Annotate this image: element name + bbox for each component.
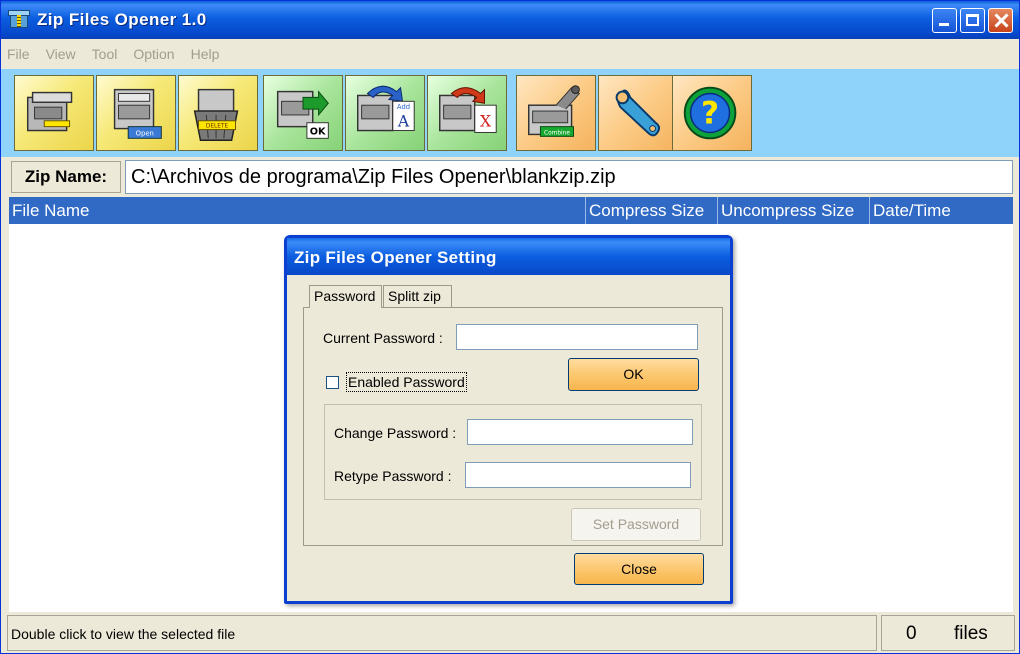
enabled-password-checkbox[interactable] (326, 376, 339, 389)
tab-splitt-zip[interactable]: Splitt zip (383, 285, 452, 307)
add-files-button[interactable]: Add A (345, 75, 425, 151)
change-password-group: Change Password : Retype Password : (324, 404, 702, 500)
combine-icon: Combine (528, 85, 581, 137)
new-zip-button[interactable] (14, 75, 94, 151)
delete-caption: DELETE (206, 124, 229, 130)
menu-view[interactable]: View (46, 46, 76, 62)
menu-bar: File View Tool Option Help (1, 39, 1019, 69)
close-window-button[interactable] (988, 8, 1013, 33)
add-caption: Add (397, 103, 410, 111)
file-count: 0 (906, 623, 917, 644)
maximize-icon (966, 14, 979, 26)
minimize-icon (939, 23, 949, 26)
menu-file[interactable]: File (7, 46, 30, 62)
open-zip-button[interactable]: Open (96, 75, 176, 151)
close-button[interactable]: Close (574, 553, 704, 585)
open-zip-icon: Open (113, 88, 162, 139)
change-password-input[interactable] (467, 419, 693, 445)
help-icon: ? (683, 86, 737, 140)
settings-dialog: Zip Files Opener Setting Password Splitt… (284, 235, 733, 604)
retype-password-input[interactable] (465, 462, 691, 488)
settings-button[interactable] (598, 75, 678, 151)
status-bar: Double click to view the selected file 0… (1, 612, 1019, 653)
help-button[interactable]: ? (672, 75, 752, 151)
file-count-unit: files (954, 623, 988, 644)
column-date-time[interactable]: Date/Time (870, 197, 1013, 224)
menu-tool[interactable]: Tool (92, 46, 118, 62)
remove-letter: X (480, 113, 491, 131)
password-tab-panel: Current Password : OK Enabled Password C… (303, 307, 723, 546)
extract-ok-icon: OK (276, 90, 329, 139)
remove-files-button[interactable]: X (427, 75, 507, 151)
zip-name-row: Zip Name: (1, 157, 1019, 197)
file-count-panel: 0 files (881, 615, 1015, 651)
combine-caption: Combine (544, 130, 570, 136)
open-caption: Open (136, 129, 154, 137)
status-message: Double click to view the selected file (7, 615, 877, 651)
combine-button[interactable]: Combine (516, 75, 596, 151)
add-letter: A (397, 113, 410, 131)
delete-zip-button[interactable]: DELETE (178, 75, 258, 151)
zip-name-label: Zip Name: (11, 161, 121, 193)
retype-password-label: Retype Password : (334, 468, 452, 484)
change-password-label: Change Password : (334, 425, 457, 441)
maximize-button[interactable] (960, 8, 985, 33)
file-list-header: File Name Compress Size Uncompress Size … (9, 197, 1013, 224)
current-password-label: Current Password : (323, 330, 443, 346)
ok-caption: OK (310, 126, 326, 137)
column-compress-size[interactable]: Compress Size (586, 197, 718, 224)
tab-password[interactable]: Password (309, 285, 382, 308)
menu-option[interactable]: Option (133, 46, 174, 62)
zip-app-icon (8, 8, 32, 32)
extract-button[interactable]: OK (263, 75, 343, 151)
menu-help[interactable]: Help (191, 46, 220, 62)
dialog-title[interactable]: Zip Files Opener Setting (287, 238, 730, 275)
ok-button[interactable]: OK (568, 358, 699, 391)
add-files-icon: Add A (357, 85, 415, 132)
help-letter: ? (701, 96, 719, 132)
toolbar: Open DELETE OK Add A X Combine ? (1, 69, 1019, 157)
remove-files-icon: X (439, 87, 497, 133)
set-password-button[interactable]: Set Password (571, 508, 701, 541)
current-password-input[interactable] (456, 324, 698, 350)
column-uncompress-size[interactable]: Uncompress Size (718, 197, 870, 224)
window-title: Zip Files Opener 1.0 (37, 10, 207, 29)
zip-name-input[interactable] (125, 160, 1013, 194)
enabled-password-label[interactable]: Enabled Password (346, 372, 467, 392)
column-file-name[interactable]: File Name (9, 197, 586, 224)
new-zip-icon (26, 91, 73, 132)
delete-zip-icon: DELETE (193, 88, 239, 141)
wrench-icon (615, 89, 660, 137)
title-bar[interactable]: Zip Files Opener 1.0 (1, 1, 1019, 39)
minimize-button[interactable] (932, 8, 957, 33)
